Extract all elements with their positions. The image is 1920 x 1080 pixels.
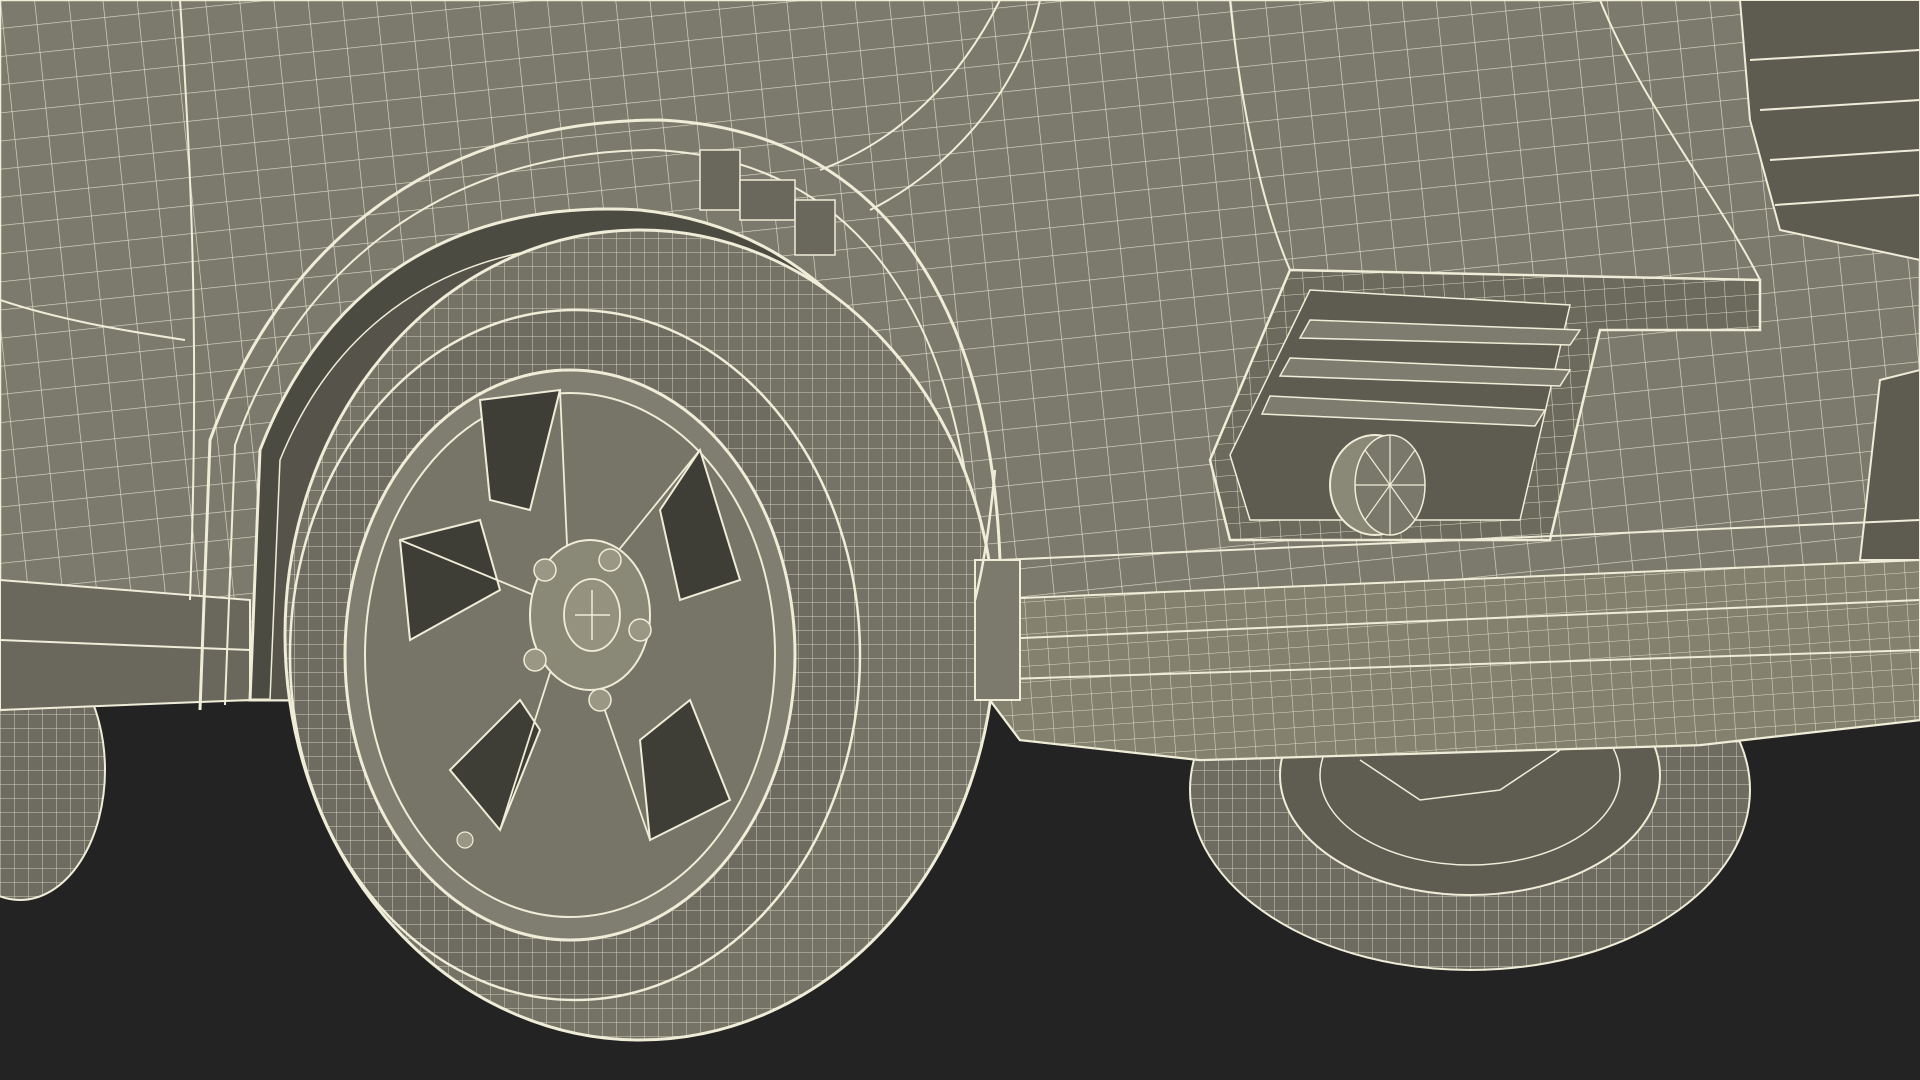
wireframe-render: [0, 0, 1920, 1080]
front-rim: [343, 368, 797, 942]
